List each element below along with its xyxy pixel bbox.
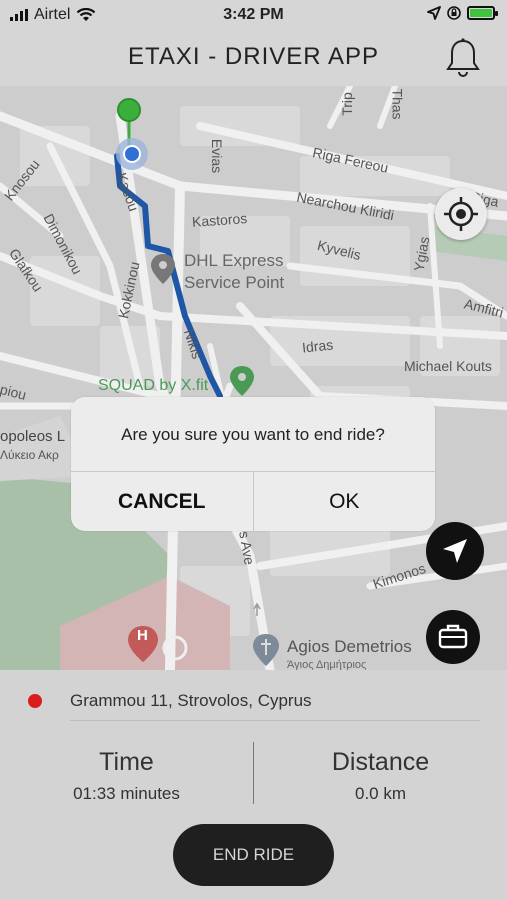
orientation-lock-icon xyxy=(447,6,461,20)
dialog-message: Are you sure you want to end ride? xyxy=(71,397,435,472)
status-bar: Airtel 3:42 PM xyxy=(0,0,507,30)
map-view[interactable]: Knosou Kasou Evias Trip Thas Riga Fereou… xyxy=(0,86,507,670)
navigate-button[interactable] xyxy=(426,522,484,580)
navigation-arrow-icon xyxy=(443,539,467,563)
destination-dot-icon xyxy=(28,694,42,708)
street-label: Idras xyxy=(301,336,334,356)
app-header: ETAXI - DRIVER APP xyxy=(0,30,507,86)
end-ride-dialog: Are you sure you want to end ride? CANCE… xyxy=(71,397,435,531)
church-poi-sublabel: Άγιος Δημήτριος xyxy=(287,659,367,670)
my-location-button[interactable] xyxy=(435,188,487,240)
status-icons xyxy=(427,5,498,21)
destination-address: Grammou 11, Strovolos, Cyprus xyxy=(70,691,312,710)
distance-label: Distance xyxy=(331,748,430,776)
time-label: Time xyxy=(99,748,154,776)
location-arrow-icon xyxy=(427,6,441,20)
cancel-button[interactable]: CANCEL xyxy=(71,472,254,531)
briefcase-icon xyxy=(438,624,468,649)
dhl-poi-label: DHL Express Service Point xyxy=(184,251,285,292)
time-value: 01:33 minutes xyxy=(73,784,180,803)
street-label: Evias xyxy=(209,138,226,174)
crosshair-icon xyxy=(444,197,478,231)
street-label: Trip xyxy=(338,92,355,116)
church-poi-label: Agios Demetrios xyxy=(287,637,412,656)
briefcase-button[interactable] xyxy=(426,610,480,664)
map-graphic xyxy=(0,86,507,670)
hospital-icon: H xyxy=(137,627,148,644)
street-label: opoleos L xyxy=(0,428,66,445)
divider xyxy=(70,720,480,721)
app-title: ETAXI - DRIVER APP xyxy=(128,43,379,70)
battery-icon xyxy=(467,6,498,20)
distance-value: 0.0 km xyxy=(354,784,407,803)
street-label: Michael Kouts xyxy=(404,358,492,374)
squad-poi-label: SQUAD by X.fit xyxy=(98,377,209,394)
street-label: Thas xyxy=(389,88,406,120)
ride-info-panel: Grammou 11, Strovolos, Cyprus Time 01:33… xyxy=(0,670,507,900)
bell-icon[interactable] xyxy=(441,36,485,80)
ok-button[interactable]: OK xyxy=(254,472,436,531)
end-ride-button[interactable]: END RIDE xyxy=(173,824,334,886)
street-label: Λύκειο Ακρ xyxy=(0,448,59,462)
dialog-buttons: CANCEL OK xyxy=(71,472,435,531)
